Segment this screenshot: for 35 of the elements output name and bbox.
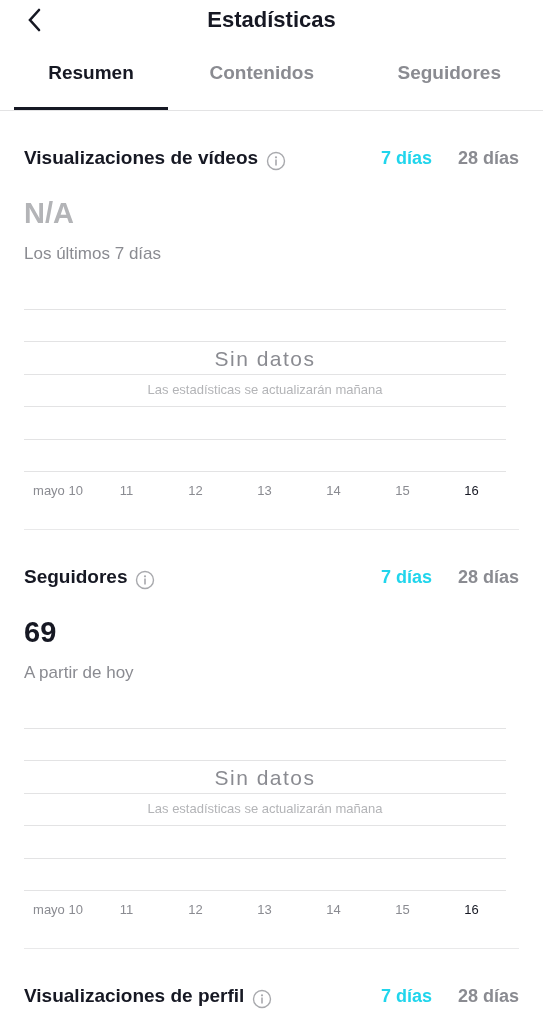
period-toggle[interactable]: 7 días — [380, 563, 432, 591]
page-title: Estadísticas — [207, 6, 336, 34]
tab[interactable]: Contenidos — [168, 40, 356, 110]
axis-label: 15 — [394, 482, 411, 500]
axis-label: 12 — [187, 482, 204, 500]
section-title: Visualizaciones de vídeos — [24, 146, 259, 170]
stat-caption: A partir de hoy — [24, 662, 135, 684]
axis-label: 11 — [118, 482, 135, 500]
period-toggle[interactable]: 28 días — [457, 982, 519, 1010]
axis-label: 13 — [256, 482, 273, 500]
period-toggle[interactable]: 28 días — [457, 144, 519, 172]
axis-label: 14 — [325, 482, 342, 500]
axis-label: 16 — [463, 482, 480, 500]
stat-value: 69 — [24, 615, 58, 650]
section-title: Seguidores — [24, 565, 128, 589]
axis-label: 14 — [325, 901, 342, 919]
stat-value: N/A — [24, 196, 75, 231]
section-title: Visualizaciones de perfil — [24, 984, 245, 1008]
tab[interactable]: Resumen — [14, 40, 168, 110]
axis-label: 11 — [118, 901, 135, 919]
period-toggle[interactable]: 28 días — [457, 563, 519, 591]
period-toggle[interactable]: 7 días — [380, 982, 432, 1010]
axis-label: 15 — [394, 901, 411, 919]
axis-label: mayo 10 — [32, 901, 84, 919]
axis-label: 13 — [256, 901, 273, 919]
tab[interactable]: Seguidores — [355, 40, 543, 110]
empty-state-title: Sin datos — [214, 346, 316, 372]
empty-state-note: Las estadísticas se actualizarán mañana — [147, 381, 383, 399]
axis-label: mayo 10 — [32, 482, 84, 500]
axis-label: 16 — [463, 901, 480, 919]
empty-state-note: Las estadísticas se actualizarán mañana — [147, 800, 383, 818]
axis-label: 12 — [187, 901, 204, 919]
period-toggle[interactable]: 7 días — [380, 144, 432, 172]
empty-state-title: Sin datos — [214, 765, 316, 791]
stat-caption: Los últimos 7 días — [24, 243, 162, 265]
